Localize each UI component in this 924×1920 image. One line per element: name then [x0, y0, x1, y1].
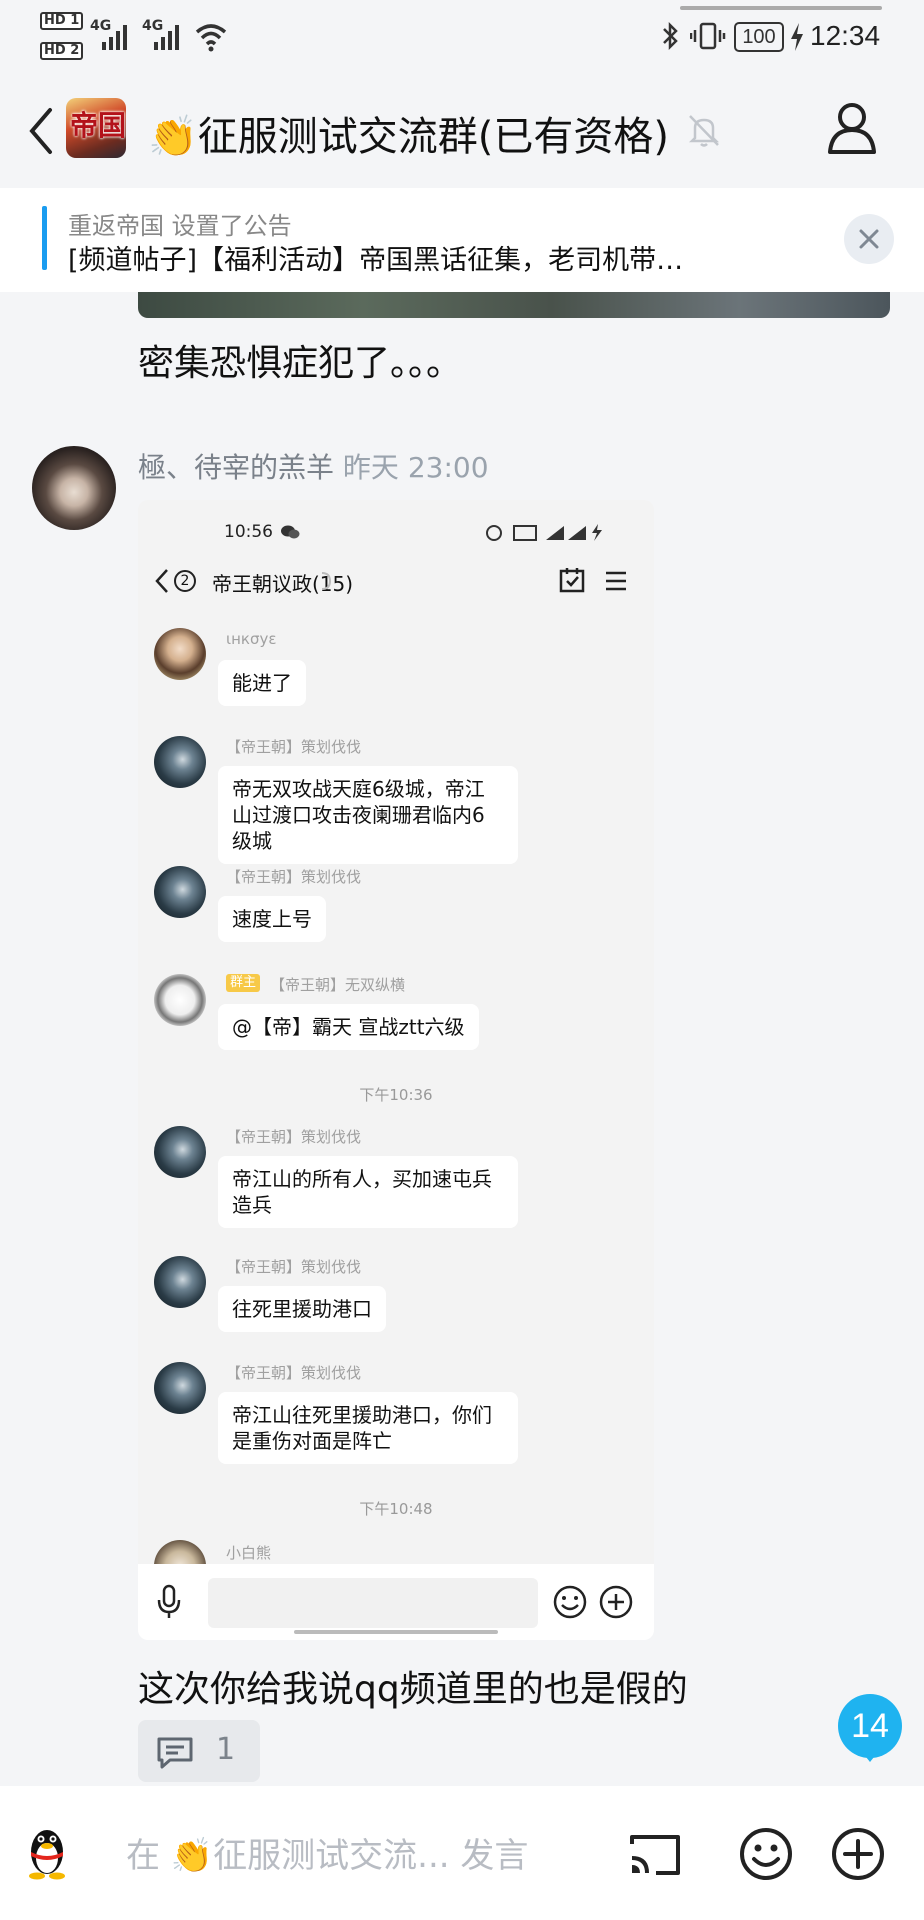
- shot-sender-name: 小白熊: [226, 1544, 272, 1562]
- wifi-icon: [195, 24, 227, 52]
- clock: 12:34: [810, 20, 881, 51]
- previous-image-crop[interactable]: [138, 292, 890, 318]
- shot-avatar: [154, 736, 206, 788]
- unread-badge-tail: [862, 1752, 878, 1762]
- shot-avatar: [154, 866, 206, 918]
- shot-wechat-icon: [281, 525, 300, 539]
- page-title[interactable]: 👏征服测试交流群(已有资格): [148, 104, 669, 162]
- status-bar: HD 1 HD 2 4G 4G 100 12:34: [0, 0, 924, 72]
- sender-line: 極、待宰的羔羊 昨天 23:00: [138, 446, 489, 486]
- sender-avatar[interactable]: [32, 446, 116, 530]
- shot-bubble: 能进了: [218, 660, 306, 706]
- comment-button[interactable]: 1: [138, 1720, 260, 1782]
- shot-bubble: 帝江山的所有人，买加速屯兵造兵: [218, 1156, 518, 1228]
- shot-home-indicator: [294, 1630, 498, 1634]
- shot-status-icons: [486, 524, 602, 541]
- shot-sender-name: 【帝王朝】策划伐伐: [226, 1258, 362, 1276]
- shot-bubble: 帝无双攻战天庭6级城，帝江山过渡口攻击夜阑珊君临内6级城: [218, 766, 518, 864]
- bluetooth-icon: [663, 21, 678, 51]
- message-caption: 这次你给我说qq频道里的也是假的: [138, 1669, 688, 1710]
- group-avatar-text: 帝国: [70, 109, 126, 142]
- shot-clock: 10:56: [224, 522, 273, 542]
- back-arrow-icon[interactable]: [26, 106, 58, 156]
- battery-indicator: 100: [734, 22, 784, 52]
- comment-count: 1: [216, 1732, 236, 1767]
- shot-bubble: @【帝】霸天 宣战ztt六级: [218, 1004, 479, 1050]
- shot-emoji-icon: [553, 1585, 587, 1619]
- shot-back-icon: [155, 569, 168, 593]
- shot-sender-name: 【帝王朝】无双纵横: [270, 976, 406, 994]
- shot-plus-icon: [599, 1585, 633, 1619]
- shot-calendar-icon: [559, 568, 585, 593]
- shot-input-field: [208, 1578, 538, 1628]
- announcement-author: 重返帝国 设置了公告: [68, 212, 292, 240]
- announcement-text[interactable]: [频道帖子]【福利活动】帝国黑话征集，老司机带…: [68, 238, 683, 277]
- announcement-accent: [42, 206, 47, 270]
- close-icon: [859, 229, 879, 249]
- shot-time-separator: 下午10:36: [359, 1086, 433, 1104]
- announcement-close-button[interactable]: [844, 214, 894, 264]
- shot-owner-badge: 群主: [226, 974, 261, 992]
- shot-bubble: 往死里援助港口: [218, 1286, 386, 1332]
- message-text: 密集恐惧症犯了。。。: [138, 343, 463, 384]
- shot-sender-name: 【帝王朝】策划伐伐: [226, 738, 362, 756]
- shot-back-count: 2: [174, 570, 196, 592]
- comment-icon: [157, 1737, 193, 1769]
- charging-icon: [791, 23, 803, 51]
- shot-avatar: [154, 1126, 206, 1178]
- shot-avatar: [154, 974, 206, 1026]
- shot-avatar: [154, 628, 206, 680]
- profile-icon[interactable]: [826, 100, 878, 156]
- mute-bell-icon: [688, 115, 720, 147]
- shot-menu-icon: [606, 571, 626, 591]
- sim1-label: HD 1: [40, 12, 84, 30]
- group-avatar[interactable]: 帝国: [66, 98, 126, 158]
- signal-icon-2: [154, 25, 179, 50]
- unread-badge[interactable]: 14: [838, 1694, 902, 1758]
- shot-mic-icon: [157, 1584, 181, 1618]
- shot-avatar: [154, 1362, 206, 1414]
- sender-name[interactable]: 極、待宰的羔羊: [138, 451, 334, 484]
- sim2-label: HD 2: [40, 42, 84, 60]
- message-input[interactable]: 在 👏征服测试交流... 发言: [126, 1828, 528, 1877]
- shot-sender-name: 【帝王朝】策划伐伐: [226, 1364, 362, 1382]
- shot-bubble: 速度上号: [218, 896, 326, 942]
- vibrate-icon: [690, 22, 726, 50]
- message-image[interactable]: 10:56 2 帝王朝议政(15) ιнкσуε 能进了 【帝王朝】策划伐伐 帝…: [138, 500, 654, 1640]
- add-plus-icon[interactable]: [830, 1826, 886, 1882]
- shot-sender-name: ιнкσуε: [226, 630, 277, 648]
- shot-sender-name: 【帝王朝】策划伐伐: [226, 868, 362, 886]
- shot-avatar: [154, 1256, 206, 1308]
- message-time: 昨天 23:00: [342, 451, 489, 484]
- shot-mute-icon: [321, 572, 332, 590]
- qq-penguin-icon[interactable]: [22, 1822, 72, 1880]
- shot-time-separator: 下午10:48: [359, 1500, 433, 1518]
- shot-sender-name: 【帝王朝】策划伐伐: [226, 1128, 362, 1146]
- screen-cast-icon[interactable]: [626, 1832, 684, 1878]
- notch-indicator: [680, 6, 882, 10]
- emoji-icon[interactable]: [738, 1826, 794, 1882]
- signal-icon: [102, 25, 127, 50]
- shot-bubble: 帝江山往死里援助港口，你们是重伤对面是阵亡: [218, 1392, 518, 1464]
